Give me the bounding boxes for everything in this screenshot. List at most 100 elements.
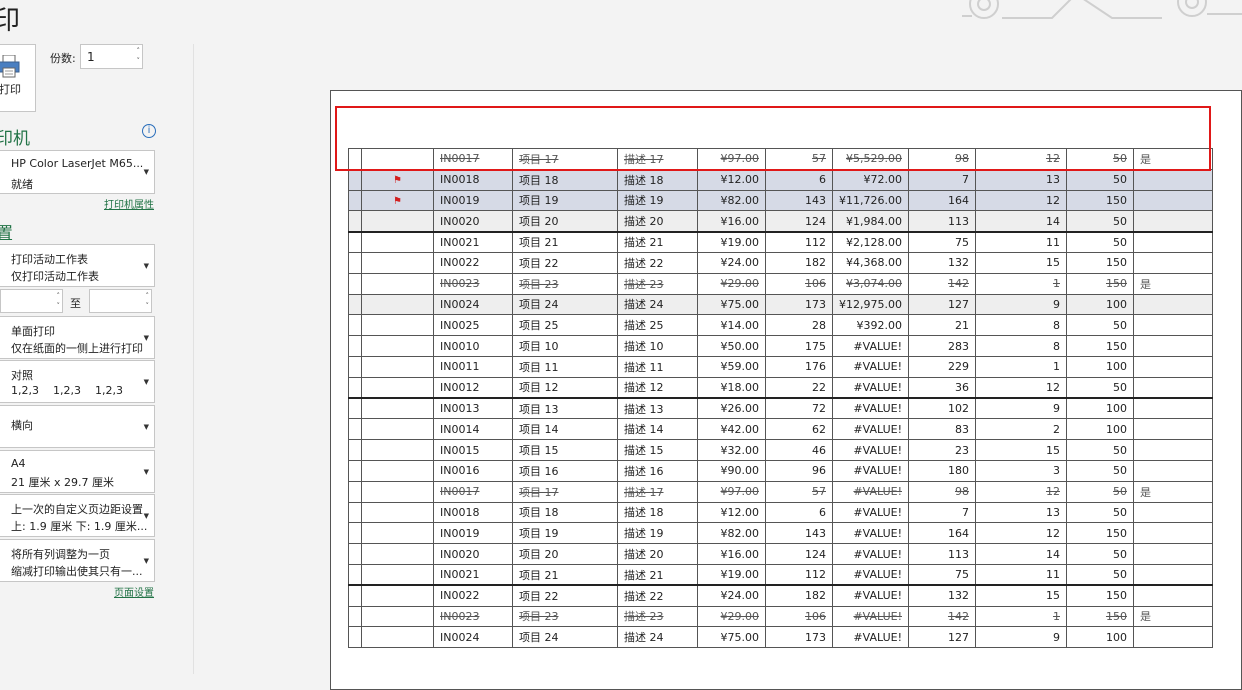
margins-select[interactable]: 上一次的自定义页边距设置 上: 1.9 厘米 下: 1.9 厘米... ▼ <box>0 494 155 537</box>
collate-select[interactable]: 对照 1,2,3 1,2,3 1,2,3 ▼ <box>0 360 155 403</box>
table-cell: 13 <box>974 501 1067 524</box>
table-cell <box>1132 230 1213 253</box>
table-cell: 2 <box>974 418 1067 441</box>
table-cell: 21 <box>907 314 976 337</box>
table-cell <box>348 439 362 461</box>
scaling-select[interactable]: 将所有列调整为一页 缩减打印输出使其只有一... ▼ <box>0 539 155 582</box>
table-cell: 描述 19 <box>617 189 698 212</box>
table-cell: ¥3,074.00 <box>832 272 909 295</box>
table-cell: ¥16.00 <box>697 210 766 233</box>
table-cell <box>348 584 362 607</box>
table-cell <box>348 626 362 649</box>
table-cell: 1 <box>974 355 1067 378</box>
table-cell: 176 <box>765 355 833 378</box>
table-cell: 项目 20 <box>512 210 618 233</box>
table-cell <box>361 543 434 565</box>
orientation-select[interactable]: 横向 ▼ <box>0 405 155 448</box>
table-cell: 项目 25 <box>512 314 618 337</box>
stepper-arrows-icon[interactable]: ˄ ˅ <box>146 291 150 311</box>
table-cell: IN0022 <box>433 584 513 607</box>
table-cell: 132 <box>907 584 976 607</box>
table-cell: 100 <box>1065 626 1134 649</box>
table-cell: 96 <box>765 459 833 482</box>
table-cell: 180 <box>907 459 976 482</box>
stepper-arrows-icon[interactable]: ˄ ˅ <box>57 291 61 311</box>
table-cell: 描述 25 <box>617 314 698 337</box>
table-cell <box>348 293 362 316</box>
page-setup-link[interactable]: 页面设置 <box>114 584 154 599</box>
table-cell: IN0023 <box>433 272 513 295</box>
print-button[interactable]: 打印 <box>0 44 36 112</box>
table-cell <box>348 168 362 191</box>
table-cell: #VALUE! <box>832 522 909 545</box>
table-cell: 项目 21 <box>512 563 618 586</box>
table-row: IN0018 项目 18 描述 18 ¥12.00 6 #VALUE! 7 13 50 <box>348 501 1213 524</box>
table-cell <box>361 272 434 295</box>
copies-label: 份数: <box>50 52 76 65</box>
dropdown-title: 将所有列调整为一页 <box>11 548 110 561</box>
table-cell: ¥24.00 <box>697 584 766 607</box>
table-cell <box>361 605 434 628</box>
table-cell: 113 <box>907 543 976 565</box>
table-cell: 13 <box>974 168 1067 191</box>
table-cell: 50 <box>1065 459 1134 482</box>
table-cell: ¥19.00 <box>697 230 766 253</box>
pages-from-stepper[interactable]: ˄ ˅ <box>0 289 63 313</box>
table-cell: 描述 20 <box>617 210 698 233</box>
table-cell <box>1132 543 1213 565</box>
table-cell <box>1132 459 1213 482</box>
print-scope-select[interactable]: 打印活动工作表 仅打印活动工作表 ▼ <box>0 244 155 287</box>
table-cell: 7 <box>907 168 976 191</box>
table-cell: 28 <box>765 314 833 337</box>
table-cell <box>1132 397 1213 420</box>
table-cell: 112 <box>765 563 833 586</box>
table-cell <box>348 397 362 420</box>
printer-properties-link[interactable]: 打印机属性 <box>104 196 154 211</box>
table-cell: 46 <box>765 439 833 461</box>
table-cell: #VALUE! <box>832 563 909 586</box>
table-row: IN0013 项目 13 描述 13 ¥26.00 72 #VALUE! 102 9 100 <box>348 397 1213 420</box>
stepper-arrows-icon[interactable]: ˄ ˅ <box>137 46 141 66</box>
table-cell: 项目 16 <box>512 459 618 482</box>
table-cell: IN0023 <box>433 605 513 628</box>
info-icon[interactable]: i <box>142 124 156 138</box>
table-cell <box>361 563 434 586</box>
table-cell: ¥4,368.00 <box>832 251 909 274</box>
pages-to-stepper[interactable]: ˄ ˅ <box>89 289 152 313</box>
chevron-down-icon: ▼ <box>143 262 149 270</box>
chevron-down-icon: ▼ <box>143 168 149 176</box>
printer-select[interactable]: HP Color LaserJet M65... 就绪 ▼ <box>0 150 155 194</box>
table-cell: 描述 13 <box>617 397 698 420</box>
table-cell: 项目 21 <box>512 230 618 253</box>
table-cell <box>361 293 434 316</box>
table-cell: 106 <box>765 272 833 295</box>
table-cell: 项目 19 <box>512 189 618 212</box>
table-cell: ¥29.00 <box>697 272 766 295</box>
table-cell: IN0021 <box>433 563 513 586</box>
circuit-decoration-icon <box>962 0 1242 19</box>
table-cell: 164 <box>907 522 976 545</box>
table-cell: 229 <box>907 355 976 378</box>
sides-select[interactable]: 单面打印 仅在纸面的一侧上进行打印 ▼ <box>0 316 155 359</box>
flag-icon: ⚑ <box>393 175 402 187</box>
table-cell: 项目 18 <box>512 501 618 524</box>
paper-size-select[interactable]: A4 21 厘米 x 29.7 厘米 ▼ <box>0 450 155 493</box>
table-cell: 14 <box>974 210 1067 233</box>
table-cell: 50 <box>1065 314 1134 337</box>
table-cell: ⚑ <box>361 168 434 191</box>
page-title: 印 <box>0 6 21 36</box>
table-cell: ¥2,128.00 <box>832 230 909 253</box>
table-cell: ¥75.00 <box>697 626 766 649</box>
table-cell: IN0024 <box>433 293 513 316</box>
copies-stepper[interactable]: 1 ˄ ˅ <box>80 44 143 69</box>
table-cell: IN0017 <box>433 480 513 503</box>
table-row: IN0016 项目 16 描述 16 ¥90.00 96 #VALUE! 180 3 50 <box>348 459 1213 482</box>
table-cell: ¥29.00 <box>697 605 766 628</box>
table-cell: 是 <box>1132 272 1213 295</box>
table-cell: ¥82.00 <box>697 189 766 212</box>
table-cell: 50 <box>1065 563 1134 586</box>
table-cell: 描述 23 <box>617 605 698 628</box>
table-cell: #VALUE! <box>832 480 909 503</box>
table-cell: #VALUE! <box>832 439 909 461</box>
chevron-down-icon: ▼ <box>143 468 149 476</box>
